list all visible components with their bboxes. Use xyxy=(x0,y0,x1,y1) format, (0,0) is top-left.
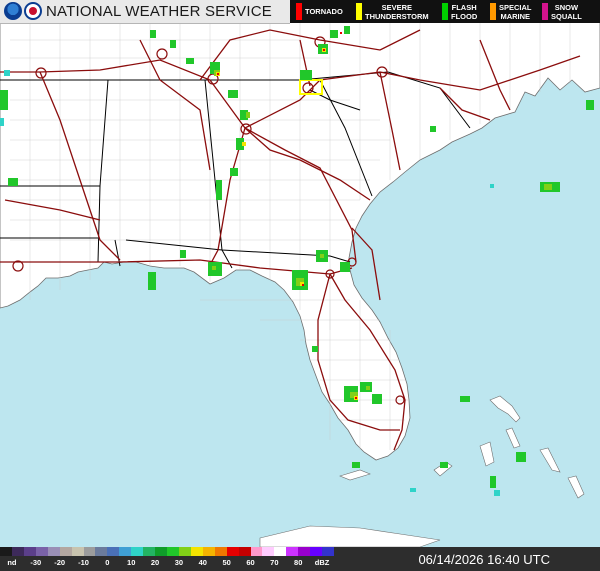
reflectivity-color-segment xyxy=(0,547,13,556)
reflectivity-color-segment xyxy=(155,547,168,556)
warnings-legend: TORNADO SEVERE THUNDERSTORM FLASH FLOOD … xyxy=(290,0,600,23)
reflectivity-tick-label: 0 xyxy=(105,558,110,567)
legend-special-marine-swatch xyxy=(490,3,496,20)
reflectivity-color-segment xyxy=(143,547,156,556)
reflectivity-color-segment xyxy=(226,547,240,556)
reflectivity-color-segment xyxy=(35,547,49,556)
reflectivity-tick-labels: nd -30 -20 -10 0 10 20 30 40 50 60 70 80 dBZ xyxy=(0,558,334,570)
legend-special-marine: SPECIAL MARINE xyxy=(490,0,538,23)
legend-snow-squall: SNOW SQUALL xyxy=(542,0,596,23)
reflectivity-tick-label: 60 xyxy=(246,558,255,567)
reflectivity-tick-label: 20 xyxy=(150,558,160,567)
reflectivity-color-segment xyxy=(190,547,204,556)
reflectivity-color-segment xyxy=(214,547,228,556)
reflectivity-color-segment xyxy=(71,547,84,556)
header-bar: NATIONAL WEATHER SERVICE TORNADO SEVERE … xyxy=(0,0,600,24)
nws-logo-icon xyxy=(24,2,42,20)
reflectivity-tick-label: -10 xyxy=(78,558,89,567)
reflectivity-color-segment xyxy=(322,547,335,556)
legend-snow-squall-label: SNOW SQUALL xyxy=(551,2,582,21)
reflectivity-color-segment xyxy=(83,547,96,556)
reflectivity-color-segment xyxy=(47,547,61,556)
reflectivity-color-segment xyxy=(262,547,275,556)
reflectivity-color-segment xyxy=(178,547,192,556)
reflectivity-color-segment xyxy=(11,547,25,556)
legend-tornado: TORNADO xyxy=(296,0,352,23)
reflectivity-color-segment xyxy=(238,547,251,556)
reflectivity-color-segment xyxy=(202,547,216,556)
page-title: NATIONAL WEATHER SERVICE xyxy=(46,3,272,20)
reflectivity-color-bar xyxy=(0,547,335,556)
legend-special-marine-label: SPECIAL MARINE xyxy=(499,2,532,21)
reflectivity-color-segment xyxy=(131,547,144,556)
footer-bar: nd -30 -20 -10 0 10 20 30 40 50 60 70 80 dBZ 06/14/20… xyxy=(0,547,600,571)
legend-tornado-label: TORNADO xyxy=(305,7,343,16)
reflectivity-color-segment xyxy=(119,547,132,556)
reflectivity-color-segment xyxy=(298,547,311,556)
legend-severe-thunderstorm-label: SEVERE THUNDERSTORM xyxy=(365,2,429,21)
reflectivity-tick-label: 30 xyxy=(174,558,184,567)
reflectivity-color-segment xyxy=(107,547,120,556)
reflectivity-tick-label: 40 xyxy=(198,558,207,567)
reflectivity-tick-label: 10 xyxy=(127,558,136,567)
radar-map[interactable] xyxy=(0,0,600,571)
reflectivity-tick-label: -30 xyxy=(30,558,42,567)
reflectivity-color-segment xyxy=(23,547,37,556)
reflectivity-tick-label: nd xyxy=(7,558,17,567)
reflectivity-tick-label: 70 xyxy=(270,558,279,567)
legend-flash-flood-label: FLASH FLOOD xyxy=(451,2,478,21)
legend-severe-thunderstorm: SEVERE THUNDERSTORM xyxy=(356,0,442,23)
reflectivity-color-segment xyxy=(250,547,263,556)
legend-flash-flood-swatch xyxy=(442,3,448,20)
reflectivity-scale: nd -30 -20 -10 0 10 20 30 40 50 60 70 80 dBZ xyxy=(0,547,335,571)
reflectivity-color-segment xyxy=(286,547,299,556)
legend-severe-thunderstorm-swatch xyxy=(356,3,362,20)
radar-timestamp: 06/14/2026 16:40 UTC xyxy=(418,552,550,567)
noaa-logo-icon xyxy=(4,2,22,20)
reflectivity-tick-label: 50 xyxy=(222,558,231,567)
header-title-area: NATIONAL WEATHER SERVICE xyxy=(0,0,290,24)
reflectivity-color-segment xyxy=(95,547,108,556)
legend-flash-flood: FLASH FLOOD xyxy=(442,0,488,23)
reflectivity-color-segment xyxy=(167,547,180,556)
reflectivity-color-segment xyxy=(59,547,73,556)
reflectivity-tick-label: dBZ xyxy=(314,558,330,567)
legend-snow-squall-swatch xyxy=(542,3,548,20)
legend-tornado-swatch xyxy=(296,3,302,20)
reflectivity-tick-label: -20 xyxy=(54,558,66,567)
reflectivity-color-segment xyxy=(310,547,323,556)
reflectivity-color-segment xyxy=(274,547,287,556)
reflectivity-tick-label: 80 xyxy=(294,558,303,567)
